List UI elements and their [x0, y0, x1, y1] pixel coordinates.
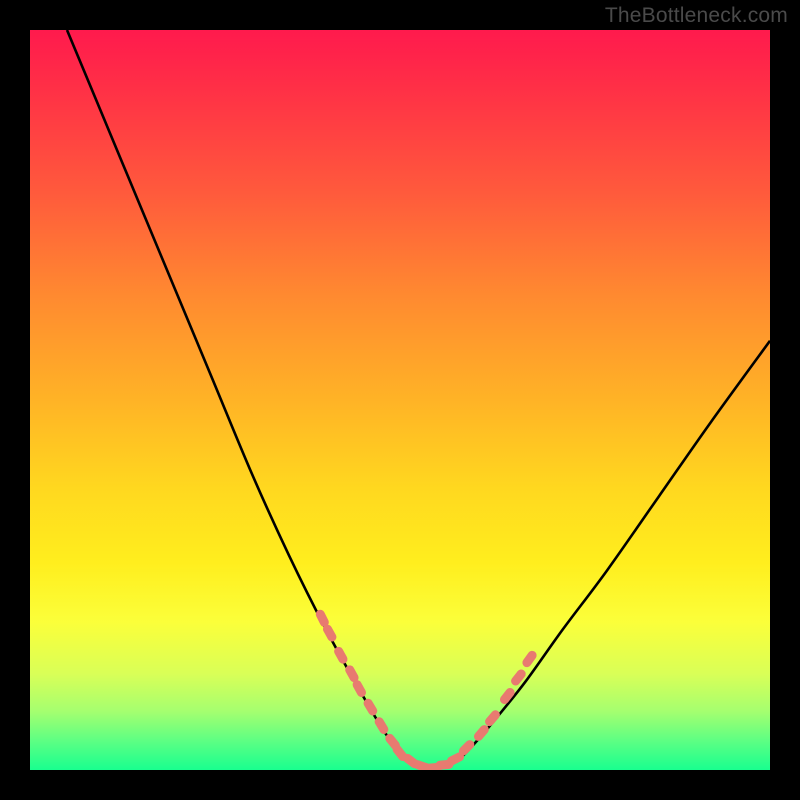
marker-group [314, 608, 538, 770]
curve-marker [483, 708, 502, 728]
chart-frame: TheBottleneck.com [0, 0, 800, 800]
bottleneck-curve [67, 30, 770, 768]
curve-group [67, 30, 770, 768]
plot-area [30, 30, 770, 770]
curve-marker [472, 723, 491, 743]
watermark-text: TheBottleneck.com [605, 4, 788, 28]
bottleneck-curve-svg [30, 30, 770, 770]
